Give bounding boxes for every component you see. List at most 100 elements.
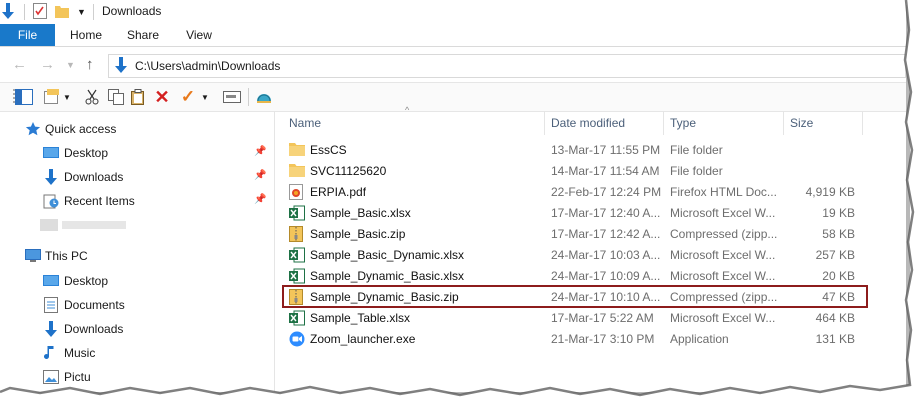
column-header-name[interactable]: Name <box>289 111 539 135</box>
tab-share[interactable]: Share <box>118 24 168 46</box>
file-name: ERPIA.pdf <box>310 185 367 199</box>
file-row[interactable]: EssCS 13-Mar-17 11:55 PM File folder <box>275 140 906 161</box>
pin-icon[interactable]: 📌 <box>254 146 266 157</box>
nav-label: Desktop <box>64 274 109 288</box>
up-button[interactable]: ↑ <box>86 56 94 73</box>
file-name: SVC11125620 <box>310 164 387 178</box>
nav-item-documents[interactable]: Documents <box>0 294 274 316</box>
file-type: Microsoft Excel W... <box>670 269 776 283</box>
star-icon <box>24 121 42 137</box>
paste-icon[interactable] <box>128 87 148 107</box>
column-separator[interactable] <box>663 111 664 135</box>
file-name: Sample_Table.xlsx <box>310 311 411 325</box>
back-arrow-blue-icon[interactable] <box>2 2 16 22</box>
file-date: 24-Mar-17 10:03 A... <box>551 248 661 262</box>
file-row[interactable]: ERPIA.pdf 22-Feb-17 12:24 PM Firefox HTML … <box>275 182 906 203</box>
new-folder-icon[interactable] <box>55 4 71 21</box>
nav-item-downloads[interactable]: Downloads 📌 <box>0 166 274 188</box>
navigation-pane-icon[interactable] <box>14 87 34 107</box>
file-type: Microsoft Excel W... <box>670 311 776 325</box>
address-bar[interactable]: C:\Users\admin\Downloads <box>108 54 906 78</box>
checkmark-icon[interactable]: ✓ <box>178 87 198 107</box>
file-date: 24-Mar-17 10:09 A... <box>551 269 661 283</box>
file-row[interactable]: Sample_Basic.zip 17-Mar-17 12:42 A... Comp… <box>275 224 906 245</box>
properties-icon[interactable] <box>42 87 62 107</box>
file-date: 21-Mar-17 3:10 PM <box>551 332 655 346</box>
file-size: 4,919 KB <box>805 185 855 199</box>
back-button[interactable]: ← <box>12 56 27 73</box>
file-list: ^ Name Date modified Type Size EssCS 13-M… <box>275 105 906 392</box>
pictures-icon <box>42 369 60 385</box>
delete-icon[interactable]: ✕ <box>152 87 172 107</box>
properties-icon[interactable] <box>33 2 49 22</box>
download-arrow-icon <box>42 321 60 337</box>
column-separator[interactable] <box>783 111 784 135</box>
nav-label: Music <box>64 346 96 360</box>
file-size: 19 KB <box>822 206 855 220</box>
file-type: Microsoft Excel W... <box>670 248 776 262</box>
file-row[interactable]: SVC11125620 14-Mar-17 11:54 AM File folder <box>275 161 906 182</box>
file-type: Firefox HTML Doc... <box>670 185 777 199</box>
excel-icon <box>289 268 305 284</box>
cut-icon[interactable] <box>82 87 102 107</box>
file-date: 14-Mar-17 11:54 AM <box>551 164 660 178</box>
file-name: EssCS <box>310 143 347 157</box>
pin-icon[interactable]: 📌 <box>254 170 266 181</box>
chevron-down-icon[interactable]: ▼ <box>200 87 210 107</box>
nav-quick-access[interactable]: Quick access <box>0 118 274 140</box>
nav-this-pc[interactable]: This PC <box>0 245 274 267</box>
nav-label: This PC <box>45 249 88 263</box>
column-separator[interactable] <box>862 111 863 135</box>
file-row[interactable]: Sample_Basic.xlsx 17-Mar-17 12:40 A... Mic… <box>275 203 906 224</box>
file-size: 20 KB <box>822 269 855 283</box>
column-header-type[interactable]: Type <box>670 111 780 135</box>
file-date: 22-Feb-17 12:24 PM <box>551 185 661 199</box>
ribbon-tabs: File Home Share View <box>0 24 906 47</box>
forward-button[interactable]: → <box>40 56 55 73</box>
music-icon <box>42 345 60 361</box>
file-name: Sample_Basic_Dynamic.xlsx <box>310 248 465 262</box>
tab-view[interactable]: View <box>176 24 222 46</box>
recent-locations-button[interactable]: ▼ <box>66 60 75 70</box>
rename-icon[interactable] <box>222 87 242 107</box>
chevron-down-icon[interactable]: ▼ <box>62 87 72 107</box>
file-size: 464 KB <box>815 311 855 325</box>
computer-icon <box>24 248 42 264</box>
column-separator[interactable] <box>544 111 545 135</box>
globe-shell-icon[interactable] <box>254 87 274 107</box>
tab-home[interactable]: Home <box>62 24 110 46</box>
file-name: Zoom_launcher.exe <box>310 332 416 346</box>
file-row[interactable]: Sample_Table.xlsx 17-Mar-17 5:22 AM Micros… <box>275 308 906 329</box>
file-row[interactable]: Sample_Basic_Dynamic.xlsx 24-Mar-17 10:03… <box>275 245 906 266</box>
explorer-window: ▼ Downloads File Home Share View ← → ▼ ↑… <box>0 0 906 392</box>
file-size: 257 KB <box>815 248 855 262</box>
window-title: Downloads <box>102 4 162 18</box>
nav-item-desktop-pc[interactable]: Desktop <box>0 270 274 292</box>
nav-item-downloads-pc[interactable]: Downloads <box>0 318 274 340</box>
copy-icon[interactable] <box>106 87 126 107</box>
recent-items-icon <box>42 193 60 209</box>
chevron-down-icon[interactable]: ▼ <box>77 7 87 17</box>
file-type: Application <box>670 332 729 346</box>
address-row: ← → ▼ ↑ C:\Users\admin\Downloads <box>0 52 906 78</box>
file-type: File folder <box>670 164 723 178</box>
excel-icon <box>289 310 305 326</box>
pin-icon[interactable]: 📌 <box>254 194 266 205</box>
file-date: 17-Mar-17 12:40 A... <box>551 206 661 220</box>
nav-item-pictures[interactable]: Pictu <box>0 366 274 388</box>
desktop-icon <box>42 273 60 289</box>
file-row[interactable]: Zoom_launcher.exe 21-Mar-17 3:10 PM Applic… <box>275 329 906 350</box>
nav-label: Recent Items <box>64 194 135 208</box>
nav-item-desktop[interactable]: Desktop 📌 <box>0 142 274 164</box>
zip-icon <box>289 226 305 242</box>
quick-access-toolbar: ▼ <box>2 2 87 22</box>
tab-file[interactable]: File <box>0 24 55 46</box>
nav-item-redacted[interactable] <box>0 214 274 236</box>
file-row[interactable]: Sample_Dynamic_Basic.xlsx 24-Mar-17 10:09… <box>275 266 906 287</box>
excel-icon <box>289 205 305 221</box>
column-header-size[interactable]: Size <box>790 111 850 135</box>
file-name: Sample_Dynamic_Basic.xlsx <box>310 269 465 283</box>
column-header-date[interactable]: Date modified <box>551 111 661 135</box>
nav-item-recent-items[interactable]: Recent Items 📌 <box>0 190 274 212</box>
nav-item-music[interactable]: Music <box>0 342 274 364</box>
